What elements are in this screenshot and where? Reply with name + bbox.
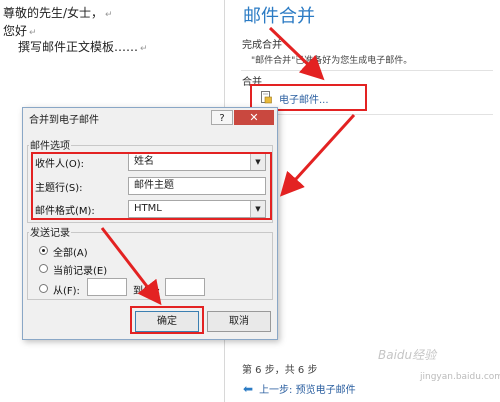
annotation-arrows <box>100 26 356 306</box>
arrow-to-mail-options <box>279 113 356 197</box>
arrow-to-ok-button <box>100 227 162 306</box>
arrow-to-email-link <box>268 26 325 81</box>
watermark-url: jingyan.baidu.com <box>420 372 500 382</box>
watermark-logo: Baidu经验 <box>378 348 437 362</box>
